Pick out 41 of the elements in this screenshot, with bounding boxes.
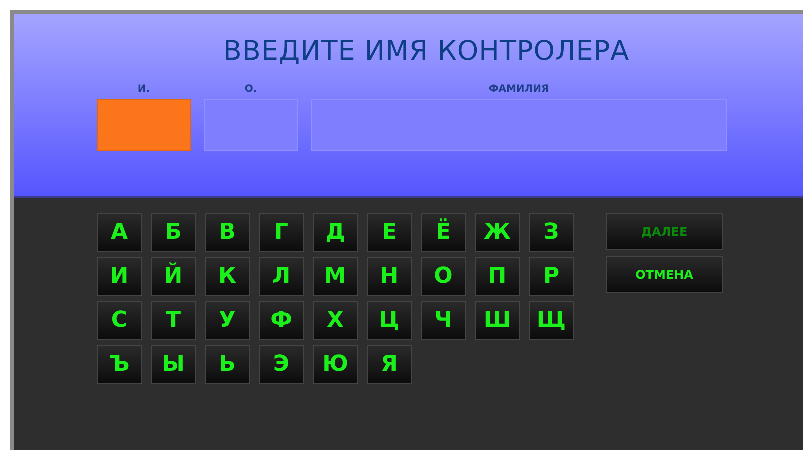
letter-key[interactable]: К [205, 257, 250, 296]
field-label: О. [244, 83, 258, 97]
field-label: И. [138, 83, 150, 97]
letter-key[interactable]: З [529, 213, 574, 252]
input-field[interactable] [204, 99, 298, 151]
cancel-button[interactable]: ОТМЕНА [606, 256, 723, 293]
letter-key[interactable]: Б [151, 213, 196, 252]
letter-key[interactable]: Г [259, 213, 304, 252]
letter-key[interactable]: Ю [313, 345, 358, 384]
letter-key[interactable]: И [97, 257, 142, 296]
letter-key[interactable]: Р [529, 257, 574, 296]
letter-key[interactable]: Ч [421, 301, 466, 340]
letter-key[interactable]: Щ [529, 301, 574, 340]
letter-key[interactable]: Н [367, 257, 412, 296]
letter-key[interactable]: О [421, 257, 466, 296]
form-title: ВВЕДИТЕ ИМЯ КОНТРОЛЕРА [222, 35, 631, 67]
letter-key[interactable]: У [205, 301, 250, 340]
letter-key[interactable]: Ё [421, 213, 466, 252]
letter-key[interactable]: Т [151, 301, 196, 340]
letter-key[interactable]: Д [313, 213, 358, 252]
letter-key[interactable]: Э [259, 345, 304, 384]
letter-key[interactable]: Ь [205, 345, 250, 384]
letter-key[interactable]: Ж [475, 213, 520, 252]
field-label: ФАМИЛИЯ [488, 83, 550, 97]
letter-key[interactable]: Ы [151, 345, 196, 384]
letter-key[interactable]: Ц [367, 301, 412, 340]
letter-key[interactable]: Ш [475, 301, 520, 340]
letter-key[interactable]: Ъ [97, 345, 142, 384]
input-field[interactable] [97, 99, 191, 151]
letter-key[interactable]: Е [367, 213, 412, 252]
letter-key[interactable]: В [205, 213, 250, 252]
letter-key[interactable]: М [313, 257, 358, 296]
letter-key[interactable]: Я [367, 345, 412, 384]
letter-key[interactable]: А [97, 213, 142, 252]
letter-key[interactable]: Й [151, 257, 196, 296]
letter-key[interactable]: П [475, 257, 520, 296]
letter-key[interactable]: Х [313, 301, 358, 340]
letter-key[interactable]: Л [259, 257, 304, 296]
input-field[interactable] [311, 99, 727, 151]
letter-key[interactable]: С [97, 301, 142, 340]
letter-key[interactable]: Ф [259, 301, 304, 340]
